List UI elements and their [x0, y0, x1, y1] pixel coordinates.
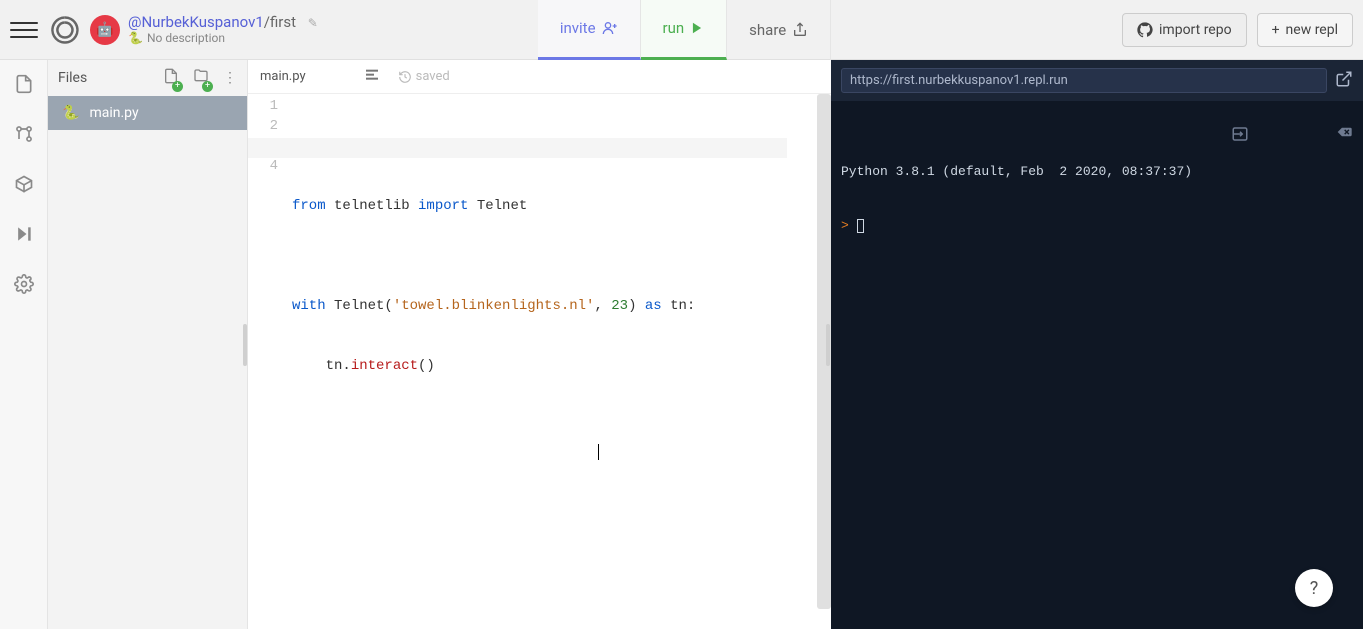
packages-icon[interactable] — [14, 174, 34, 198]
terminal-clear-icon[interactable] — [1257, 107, 1353, 167]
header: 🤖 @NurbekKuspanov1/first ✎ 🐍 No descript… — [0, 0, 1363, 60]
format-icon[interactable] — [364, 67, 380, 87]
project-description: No description — [147, 31, 225, 45]
console-pane: Python 3.8.1 (default, Feb 2 2020, 08:37… — [831, 60, 1363, 629]
import-repo-label: import repo — [1159, 22, 1232, 38]
debugger-icon[interactable] — [14, 224, 34, 248]
run-label: run — [663, 19, 685, 37]
python-file-icon: 🐍 — [62, 105, 79, 121]
play-icon — [690, 21, 704, 35]
run-button[interactable]: run — [641, 0, 728, 60]
project-title-block: @NurbekKuspanov1/first ✎ 🐍 No descriptio… — [128, 13, 318, 45]
help-fab[interactable]: ? — [1295, 569, 1333, 607]
editor-tab[interactable]: main.py — [260, 69, 306, 84]
new-repl-label: new repl — [1286, 22, 1338, 38]
console-urlbar — [831, 60, 1363, 101]
active-line-highlight — [248, 138, 787, 158]
share-icon — [792, 22, 808, 38]
history-icon — [398, 70, 412, 84]
help-label: ? — [1310, 578, 1319, 599]
editor-tabbar: main.py saved — [248, 60, 831, 94]
terminal-input-icon[interactable] — [1153, 107, 1249, 167]
project-name[interactable]: first — [270, 13, 296, 31]
file-pane-more-icon[interactable]: ⋮ — [223, 70, 237, 86]
project-subline: 🐍 No description — [128, 31, 318, 45]
code-content[interactable]: from telnetlib import Telnet with Telnet… — [292, 94, 831, 629]
file-item-main-py[interactable]: 🐍 main.py — [48, 96, 247, 130]
replit-logo[interactable] — [48, 13, 82, 47]
terminal-controls — [1153, 107, 1353, 167]
new-file-icon[interactable]: + — [163, 68, 179, 88]
saved-label: saved — [416, 69, 450, 84]
user-avatar[interactable]: 🤖 — [90, 15, 120, 45]
terminal-prompt: > — [841, 218, 849, 233]
import-repo-button[interactable]: import repo — [1122, 13, 1247, 47]
saved-indicator: saved — [398, 69, 450, 84]
line-gutter: 1234 — [248, 94, 292, 629]
invite-icon — [602, 20, 618, 36]
console-url-input[interactable] — [841, 68, 1327, 93]
open-external-icon[interactable] — [1335, 70, 1353, 92]
version-control-icon[interactable] — [14, 124, 34, 148]
invite-button[interactable]: invite — [538, 0, 641, 60]
file-pane-header: Files + + ⋮ — [48, 60, 247, 96]
new-folder-icon[interactable]: + — [193, 68, 209, 88]
header-center: invite run share — [538, 0, 831, 60]
files-icon[interactable] — [14, 74, 34, 98]
menu-icon[interactable] — [10, 16, 38, 44]
editor-pane: main.py saved 1234 from telnetlib import… — [248, 60, 831, 629]
header-right: import repo + new repl — [1122, 13, 1353, 47]
pane-resize-handle-left[interactable] — [243, 324, 247, 366]
edit-icon[interactable]: ✎ — [308, 16, 318, 30]
file-pane: Files + + ⋮ 🐍 main.py — [48, 60, 248, 629]
plus-icon: + — [1272, 22, 1280, 38]
files-pane-title: Files — [58, 70, 87, 86]
terminal[interactable]: Python 3.8.1 (default, Feb 2 2020, 08:37… — [831, 101, 1363, 629]
terminal-prompt-line: > — [841, 217, 1353, 235]
new-repl-button[interactable]: + new repl — [1257, 13, 1353, 47]
settings-icon[interactable] — [14, 274, 34, 298]
code-editor[interactable]: 1234 from telnetlib import Telnet with T… — [248, 94, 831, 629]
left-iconbar — [0, 60, 48, 629]
project-path[interactable]: @NurbekKuspanov1/first ✎ — [128, 13, 318, 31]
invite-label: invite — [560, 19, 596, 37]
text-cursor — [598, 444, 599, 460]
share-button[interactable]: share — [727, 0, 831, 60]
share-label: share — [749, 21, 786, 39]
terminal-cursor — [857, 219, 864, 233]
main: Files + + ⋮ 🐍 main.py main.py s — [0, 60, 1363, 629]
python-icon: 🐍 — [128, 31, 143, 45]
file-item-label: main.py — [89, 105, 138, 121]
github-icon — [1137, 22, 1153, 38]
user-handle[interactable]: @NurbekKuspanov1 — [128, 13, 264, 31]
